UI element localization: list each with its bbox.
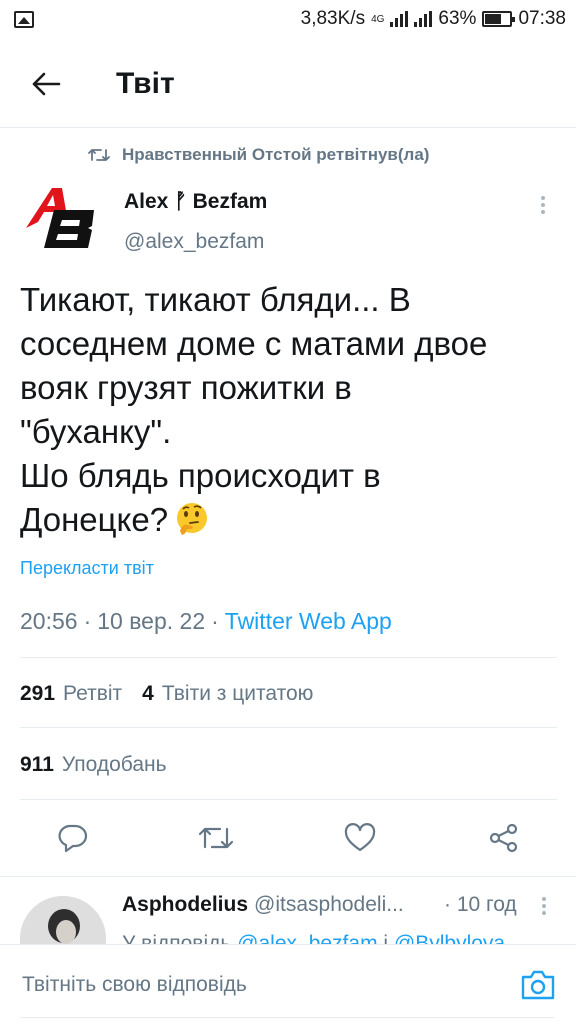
more-options-button[interactable]	[532, 190, 554, 220]
meta-separator: ·	[211, 608, 219, 634]
quotes-count: 4	[142, 682, 154, 705]
retweet-context[interactable]: Нравственный Отстой ретвітнув(ла)	[88, 145, 429, 165]
translate-tweet-link[interactable]: Перекласти твіт	[20, 558, 154, 579]
retweet-icon	[198, 827, 234, 849]
share-icon	[489, 823, 518, 853]
tweet-text-content: Тикают, тикают бляди... В соседнем доме …	[20, 281, 488, 538]
reply-conj: і	[383, 932, 389, 944]
retweets-stat[interactable]: 291 Ретвіт	[20, 682, 122, 706]
image-notification-icon	[14, 10, 34, 28]
status-bar: 3,83K/s 4G 63% 07:38	[0, 0, 576, 38]
input-underline	[20, 1017, 554, 1018]
tweet-date: 10 вер. 22	[97, 608, 206, 634]
app-header: Твіт	[0, 40, 576, 128]
reply-mention[interactable]: @alex_bezfam	[237, 932, 377, 944]
reply-to-prefix: У відповідь	[122, 932, 232, 944]
like-button[interactable]	[334, 812, 386, 864]
reply-icon	[58, 824, 88, 853]
reply-input[interactable]: Твітніть свою відповідь	[22, 973, 247, 997]
divider	[20, 799, 557, 800]
reply-mention[interactable]: @Bylbylova	[394, 932, 505, 944]
author-handle[interactable]: @alex_bezfam	[124, 230, 264, 254]
quotes-stat[interactable]: 4 Твіти з цитатою	[142, 682, 313, 706]
author-avatar[interactable]	[22, 182, 100, 254]
reply-button[interactable]	[46, 812, 98, 864]
network-type: 4G	[371, 13, 385, 25]
ab-logo-icon	[26, 188, 94, 248]
retweet-button[interactable]	[190, 812, 242, 864]
clock: 07:38	[518, 8, 566, 29]
tweet-actions	[0, 812, 576, 864]
retweet-icon	[88, 149, 110, 161]
reply-author-name[interactable]: Asphodelius	[122, 893, 248, 917]
reply-more-options-button[interactable]	[534, 893, 554, 919]
signal-2-icon	[414, 11, 433, 27]
meta-separator: ·	[83, 608, 92, 634]
retweet-stats: 291 Ретвіт 4 Твіти з цитатою	[20, 682, 313, 706]
divider	[0, 876, 576, 877]
compose-reply-bar: Твітніть свою відповідь	[0, 944, 576, 1024]
likes-count: 911	[20, 753, 54, 776]
battery-percent: 63%	[438, 8, 477, 29]
reply-time: · 10 год	[444, 893, 517, 916]
tweet-meta: 20:56 · 10 вер. 22 · Twitter Web App	[20, 608, 392, 635]
battery-icon	[482, 11, 516, 27]
thinking-face-icon	[177, 503, 208, 535]
likes-label: Уподобань	[61, 753, 167, 776]
quotes-label: Твіти з цитатою	[161, 682, 314, 705]
back-button[interactable]	[16, 54, 76, 114]
likes-stat[interactable]: 911 Уподобань	[20, 753, 167, 777]
network-speed: 3,83K/s	[300, 8, 366, 29]
divider	[20, 657, 557, 658]
reply-header: Asphodelius @itsasphodeli...	[122, 893, 404, 917]
retweets-count: 291	[20, 682, 56, 705]
page-title: Твіт	[116, 66, 175, 100]
tweet-text: Тикают, тикают бляди... В соседнем доме …	[20, 278, 560, 542]
signal-icon	[390, 11, 409, 27]
share-button[interactable]	[478, 812, 530, 864]
heart-icon	[344, 823, 376, 852]
camera-button[interactable]	[518, 967, 558, 1003]
retweeted-by-text: Нравственный Отстой ретвітнув(ла)	[122, 145, 430, 164]
divider	[20, 727, 557, 728]
camera-icon	[521, 970, 555, 1000]
retweets-label: Ретвіт	[63, 682, 123, 705]
author-name[interactable]: Alex ᚡ Bezfam	[124, 190, 267, 214]
arrow-left-icon	[32, 72, 61, 95]
tweet-time: 20:56	[20, 608, 78, 634]
tweet-source-link[interactable]: Twitter Web App	[225, 608, 392, 635]
reply-to-line: У відповідь @alex_bezfam і @Bylbylova	[122, 930, 505, 944]
reply-author-handle[interactable]: @itsasphodeli...	[254, 893, 404, 917]
